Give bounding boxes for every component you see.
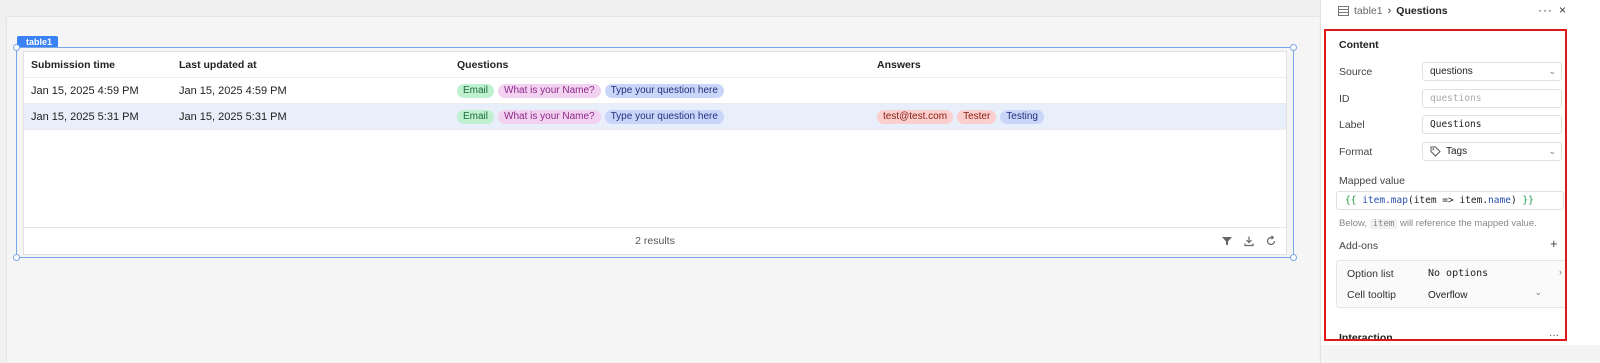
hint-code: item bbox=[1369, 219, 1398, 229]
breadcrumb-current: Questions bbox=[1396, 5, 1448, 17]
column-header[interactable]: Questions bbox=[457, 52, 508, 77]
interaction-more-button[interactable]: ··· bbox=[1549, 330, 1559, 339]
last-updated-cell: Jan 15, 2025 5:31 PM bbox=[179, 110, 287, 123]
resize-handle-br[interactable] bbox=[1290, 254, 1297, 261]
source-value: questions bbox=[1430, 66, 1473, 77]
breadcrumb: table1 › Questions bbox=[1338, 5, 1448, 17]
mapped-value-editor[interactable]: {{ item .map (item => item. name) }} bbox=[1336, 191, 1564, 210]
chevron-right-icon[interactable]: › bbox=[1559, 267, 1562, 277]
column-header[interactable]: Submission time bbox=[31, 52, 115, 77]
hint-text: Below, bbox=[1339, 218, 1367, 229]
submission-time-cell: Jan 15, 2025 4:59 PM bbox=[31, 84, 139, 97]
id-field[interactable]: questions bbox=[1422, 89, 1562, 108]
id-label: ID bbox=[1339, 93, 1350, 105]
addon-label-option-list[interactable]: Option list bbox=[1347, 268, 1394, 280]
section-title-interaction[interactable]: Interaction bbox=[1339, 332, 1393, 339]
content-section: Content Source questions ⌄ ID questions … bbox=[1324, 29, 1567, 341]
resize-handle-bl[interactable] bbox=[13, 254, 20, 261]
label-field[interactable]: Questions bbox=[1422, 115, 1562, 134]
section-title-content: Content bbox=[1339, 39, 1379, 51]
table-row[interactable]: Jan 15, 2025 5:31 PM Jan 15, 2025 5:31 P… bbox=[24, 104, 1286, 130]
mapped-value-label: Mapped value bbox=[1339, 175, 1405, 187]
filter-icon[interactable] bbox=[1221, 235, 1233, 247]
data-table: Submission time Last updated at Question… bbox=[23, 51, 1287, 255]
code-token: }} bbox=[1522, 195, 1534, 206]
code-token: name bbox=[1488, 195, 1511, 206]
code-token: ) bbox=[1510, 195, 1517, 206]
table-footer: 2 results bbox=[24, 227, 1286, 254]
resize-handle-tl[interactable] bbox=[13, 44, 20, 51]
format-label: Format bbox=[1339, 146, 1373, 158]
more-options-button[interactable]: ··· bbox=[1538, 3, 1553, 17]
source-select[interactable]: questions ⌄ bbox=[1422, 62, 1562, 81]
id-placeholder: questions bbox=[1430, 93, 1482, 104]
mapped-value-hint: Below, item will reference the mapped va… bbox=[1339, 218, 1537, 229]
table-header-row: Submission time Last updated at Question… bbox=[24, 52, 1286, 78]
format-select[interactable]: Tags ⌄ bbox=[1422, 142, 1562, 161]
download-icon[interactable] bbox=[1243, 235, 1255, 247]
question-tag: Email bbox=[457, 83, 495, 98]
source-label: Source bbox=[1339, 66, 1373, 78]
tag-icon bbox=[1430, 146, 1441, 157]
code-token: item bbox=[1362, 195, 1386, 206]
chevron-down-icon: ⌄ bbox=[1548, 146, 1556, 156]
code-token: {{ bbox=[1345, 195, 1357, 206]
addon-value-cell-tooltip[interactable]: Overflow bbox=[1428, 290, 1467, 301]
panel-footer-area bbox=[1321, 345, 1600, 363]
hint-text: will reference the mapped value. bbox=[1399, 218, 1537, 229]
question-tag: Email bbox=[457, 109, 495, 124]
panel-header: table1 › Questions ··· × bbox=[1321, 0, 1600, 24]
chevron-down-icon[interactable]: ⌄ bbox=[1534, 287, 1542, 298]
addon-label-cell-tooltip[interactable]: Cell tooltip bbox=[1347, 289, 1396, 301]
label-label: Label bbox=[1339, 119, 1365, 131]
question-tag: What is your Name? bbox=[498, 109, 601, 124]
column-header[interactable]: Last updated at bbox=[179, 52, 257, 77]
questions-cell: Email What is your Name? Type your quest… bbox=[457, 104, 724, 129]
questions-cell: Email What is your Name? Type your quest… bbox=[457, 78, 724, 103]
column-header[interactable]: Answers bbox=[877, 52, 921, 77]
close-button[interactable]: × bbox=[1559, 3, 1566, 17]
breadcrumb-parent[interactable]: table1 bbox=[1354, 5, 1383, 17]
label-value: Questions bbox=[1430, 119, 1482, 130]
inspector-panel: table1 › Questions ··· × Content Source … bbox=[1320, 0, 1600, 363]
answers-cell: test@test.com Tester Testing bbox=[877, 104, 1044, 129]
breadcrumb-separator: › bbox=[1387, 5, 1392, 17]
chevron-down-icon: ⌄ bbox=[1548, 66, 1556, 76]
code-token: (item => item. bbox=[1407, 195, 1489, 206]
answer-tag: test@test.com bbox=[877, 109, 954, 124]
last-updated-cell: Jan 15, 2025 4:59 PM bbox=[179, 84, 287, 97]
question-tag: What is your Name? bbox=[498, 83, 601, 98]
question-tag: Type your question here bbox=[604, 109, 724, 124]
refresh-icon[interactable] bbox=[1265, 235, 1277, 247]
question-tag: Type your question here bbox=[604, 83, 724, 98]
addons-label: Add-ons bbox=[1339, 240, 1379, 252]
submission-time-cell: Jan 15, 2025 5:31 PM bbox=[31, 110, 139, 123]
code-token: .map bbox=[1385, 195, 1408, 206]
results-count: 2 results bbox=[635, 235, 675, 247]
addons-list: Option list No options › Cell tooltip Ov… bbox=[1336, 260, 1565, 308]
table-icon bbox=[1338, 6, 1349, 16]
addon-value-option-list[interactable]: No options bbox=[1428, 268, 1488, 279]
answer-tag: Tester bbox=[957, 109, 997, 124]
resize-handle-tr[interactable] bbox=[1290, 44, 1297, 51]
answer-tag: Testing bbox=[1000, 109, 1044, 124]
format-value: Tags bbox=[1446, 146, 1468, 157]
table-row[interactable]: Jan 15, 2025 4:59 PM Jan 15, 2025 4:59 P… bbox=[24, 78, 1286, 104]
add-addon-button[interactable]: + bbox=[1550, 236, 1558, 251]
